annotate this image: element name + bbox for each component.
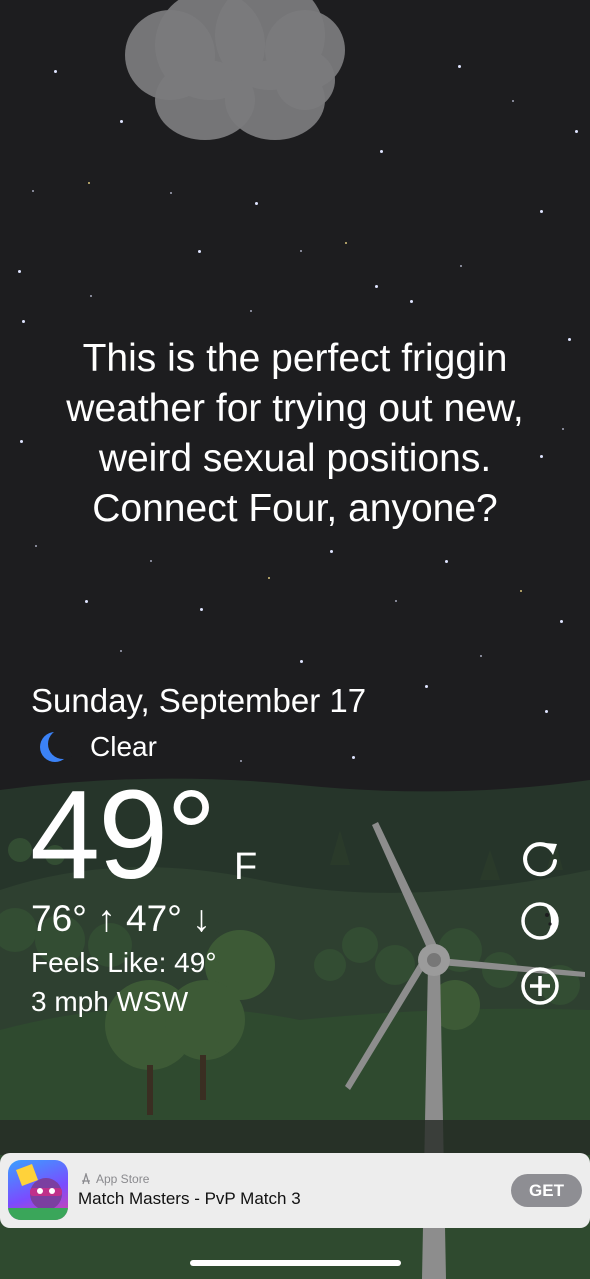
star [560,620,563,623]
star [240,760,242,762]
star [22,320,25,323]
add-location-icon[interactable] [519,965,561,1007]
store-label: App Store [96,1172,150,1186]
crescent-moon-icon [40,730,72,762]
star [268,577,270,579]
star [32,190,34,192]
temperature-unit: F [234,846,258,888]
star [562,428,564,430]
date-label: Sunday, September 17 [31,682,367,719]
star [512,100,514,102]
ad-app-name: Match Masters - PvP Match 3 [78,1189,301,1208]
star [300,660,303,663]
star [90,295,92,297]
quote-line: weather for trying out new, [66,387,524,430]
wind-label: 3 mph WSW [31,986,189,1017]
star [330,550,333,553]
quote-line: This is the perfect friggin [82,337,508,380]
star [568,338,571,341]
star [250,310,252,312]
current-temperature: 49° [30,764,217,905]
quote-line: weird sexual positions. [98,437,492,480]
star [540,210,543,213]
star [480,655,482,657]
star [120,650,122,652]
condition-label: Clear [90,731,157,762]
star [20,440,23,443]
star [395,600,397,602]
star [380,150,383,153]
star [18,270,21,273]
star [375,285,378,288]
high-low-temperature: 76° ↑ 47° ↓ [31,898,211,939]
refresh-icon[interactable] [519,838,561,880]
quote-line: Connect Four, anyone? [92,487,498,530]
star [198,250,201,253]
condition-row: Clear [38,730,157,764]
star [545,710,548,713]
star [345,242,347,244]
star [458,65,461,68]
star [170,192,172,194]
star [300,250,302,252]
night-sky-background [0,0,590,1279]
store-label-row: App Store [80,1172,149,1186]
app-icon [8,1160,68,1220]
star [410,300,413,303]
star [85,600,88,603]
ad-banner[interactable]: App Store Match Masters - PvP Match 3 GE… [0,1153,590,1228]
star [445,560,448,563]
star [150,560,152,562]
star [54,70,57,73]
star [35,545,37,547]
star [352,756,355,759]
star [425,685,428,688]
star [255,202,258,205]
cloud-icon [115,0,355,150]
app-store-icon [82,1173,90,1185]
home-indicator[interactable] [190,1260,401,1266]
star [88,182,90,184]
star [460,265,462,267]
star [520,590,522,592]
feels-like-label: Feels Like: 49° [31,947,217,978]
star [200,608,203,611]
star [575,130,578,133]
weather-quote: This is the perfect friggin weather for … [30,334,560,534]
moon-phase-icon[interactable] [519,900,561,942]
get-button[interactable]: GET [511,1174,582,1207]
